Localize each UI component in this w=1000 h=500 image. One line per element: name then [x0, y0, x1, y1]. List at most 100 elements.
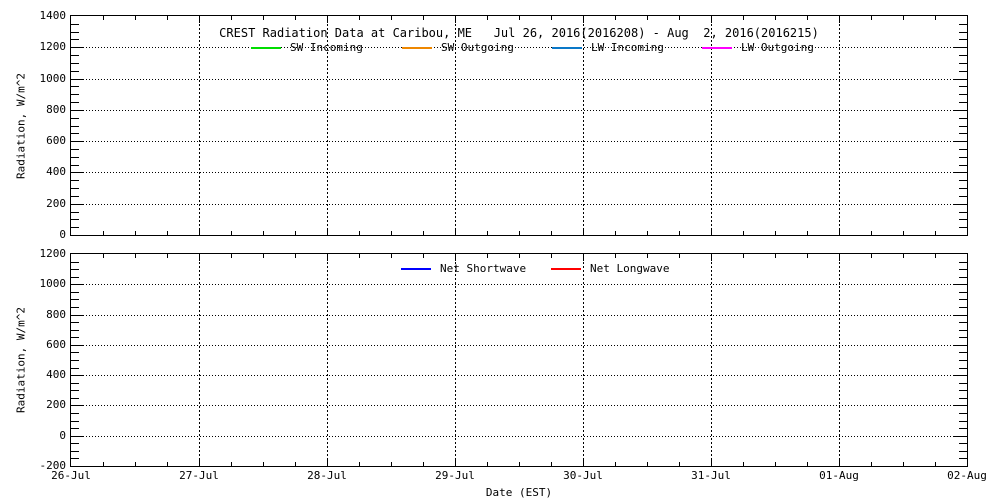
legend-item: SW Incoming [251, 42, 363, 54]
y-tick [959, 149, 967, 150]
y-tick [959, 421, 967, 422]
y-gridline [71, 141, 967, 142]
x-tick [615, 462, 616, 466]
x-tick-label: 31-Jul [691, 470, 731, 482]
y-tick [71, 227, 79, 228]
legend-item: Net Shortwave [401, 263, 526, 275]
y-tick [959, 63, 967, 64]
x-gridline [839, 16, 840, 235]
y-tick [959, 368, 967, 369]
legend-line-swatch [402, 47, 432, 49]
chart-title: CREST Radiation Data at Caribou, ME Jul … [71, 26, 967, 40]
x-tick [103, 254, 104, 258]
y-tick [959, 269, 967, 270]
x-tick [679, 231, 680, 235]
y-tick [959, 126, 967, 127]
y-tick [71, 398, 79, 399]
x-gridline [199, 16, 200, 235]
x-tick [647, 462, 648, 466]
y-tick [71, 269, 79, 270]
x-tick-label: 29-Jul [435, 470, 475, 482]
y-tick-label: 0 [30, 430, 66, 442]
y-tick [71, 118, 79, 119]
y-tick [71, 219, 79, 220]
x-tick-label: 02-Aug [947, 470, 987, 482]
y-tick [71, 63, 79, 64]
x-tick [167, 16, 168, 20]
y-tick [959, 360, 967, 361]
x-gridline [327, 254, 328, 466]
x-tick [551, 254, 552, 258]
y-tick [71, 133, 79, 134]
y-tick [959, 86, 967, 87]
x-tick [423, 462, 424, 466]
x-tick [359, 462, 360, 466]
x-tick [135, 16, 136, 20]
x-tick [903, 16, 904, 20]
y-tick [959, 118, 967, 119]
y-tick [959, 443, 967, 444]
y-tick [71, 360, 79, 361]
y-tick [71, 292, 79, 293]
x-tick [551, 16, 552, 20]
y-tick [959, 55, 967, 56]
y-tick [71, 307, 79, 308]
x-tick [551, 231, 552, 235]
y-tick [959, 428, 967, 429]
legend-line-swatch [552, 47, 582, 49]
y-tick-label: 600 [30, 339, 66, 351]
x-tick [263, 231, 264, 235]
y-tick-label: 400 [30, 166, 66, 178]
x-tick [743, 16, 744, 20]
y-tick [71, 71, 79, 72]
x-tick [615, 254, 616, 258]
x-tick [519, 231, 520, 235]
x-tick [103, 16, 104, 20]
y-tick [71, 277, 79, 278]
y-tick [71, 337, 79, 338]
y-tick [71, 368, 79, 369]
y-tick [959, 292, 967, 293]
y-tick [71, 180, 79, 181]
x-tick [263, 16, 264, 20]
y-tick [71, 428, 79, 429]
legend-label: LW Outgoing [741, 42, 814, 54]
y-tick [71, 165, 79, 166]
y-tick-label: 200 [30, 198, 66, 210]
x-tick [871, 462, 872, 466]
x-tick [807, 16, 808, 20]
y-tick [959, 413, 967, 414]
y-tick [959, 330, 967, 331]
y-tick-label: 800 [30, 104, 66, 116]
x-tick [487, 254, 488, 258]
x-tick [391, 231, 392, 235]
y-tick [959, 277, 967, 278]
legend-label: LW Incoming [591, 42, 664, 54]
legend-line-swatch [401, 268, 431, 270]
y-gridline [71, 204, 967, 205]
x-tick [871, 254, 872, 258]
bottom-y-axis-title: Radiation, W/m^2 [15, 307, 28, 413]
y-tick [959, 227, 967, 228]
y-tick [959, 133, 967, 134]
x-tick [775, 16, 776, 20]
y-tick [959, 219, 967, 220]
y-tick-label: 1000 [30, 73, 66, 85]
y-tick-label: 1200 [30, 41, 66, 53]
y-tick [71, 102, 79, 103]
x-tick-label: 27-Jul [179, 470, 219, 482]
x-tick [487, 231, 488, 235]
y-gridline [71, 284, 967, 285]
x-tick [775, 231, 776, 235]
x-tick [903, 254, 904, 258]
x-gridline [711, 254, 712, 466]
y-tick [71, 212, 79, 213]
y-tick [71, 413, 79, 414]
x-tick [807, 231, 808, 235]
y-tick-label: 0 [30, 229, 66, 241]
x-tick [647, 231, 648, 235]
x-tick [519, 16, 520, 20]
y-tick-label: 200 [30, 399, 66, 411]
y-gridline [71, 345, 967, 346]
x-tick-label: 28-Jul [307, 470, 347, 482]
